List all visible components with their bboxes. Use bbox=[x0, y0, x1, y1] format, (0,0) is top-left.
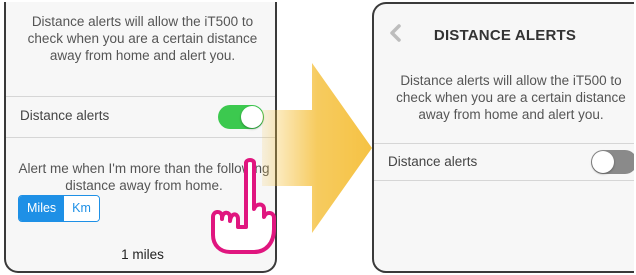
divider bbox=[374, 143, 634, 144]
toggle-knob bbox=[241, 106, 263, 128]
page-title: DISTANCE ALERTS bbox=[433, 27, 577, 44]
distance-alerts-label: Distance alerts bbox=[388, 154, 478, 169]
distance-alerts-toggle[interactable] bbox=[218, 105, 264, 129]
unit-miles-button[interactable]: Miles bbox=[19, 196, 65, 221]
divider bbox=[374, 180, 634, 181]
distance-alerts-description: Distance alerts will allow the iT500 to … bbox=[396, 73, 626, 122]
distance-alerts-toggle[interactable] bbox=[591, 150, 634, 174]
pointing-hand-icon bbox=[211, 158, 276, 254]
divider bbox=[6, 96, 275, 97]
unit-km-button[interactable]: Km bbox=[64, 196, 99, 221]
toggle-knob bbox=[592, 151, 614, 173]
divider bbox=[6, 137, 275, 138]
distance-alerts-description: Distance alerts will allow the iT500 to … bbox=[27, 14, 258, 63]
distance-alerts-label: Distance alerts bbox=[20, 108, 110, 123]
right-phone-screen: DISTANCE ALERTS Distance alerts will all… bbox=[372, 2, 634, 273]
unit-selector[interactable]: Miles Km bbox=[18, 195, 100, 222]
